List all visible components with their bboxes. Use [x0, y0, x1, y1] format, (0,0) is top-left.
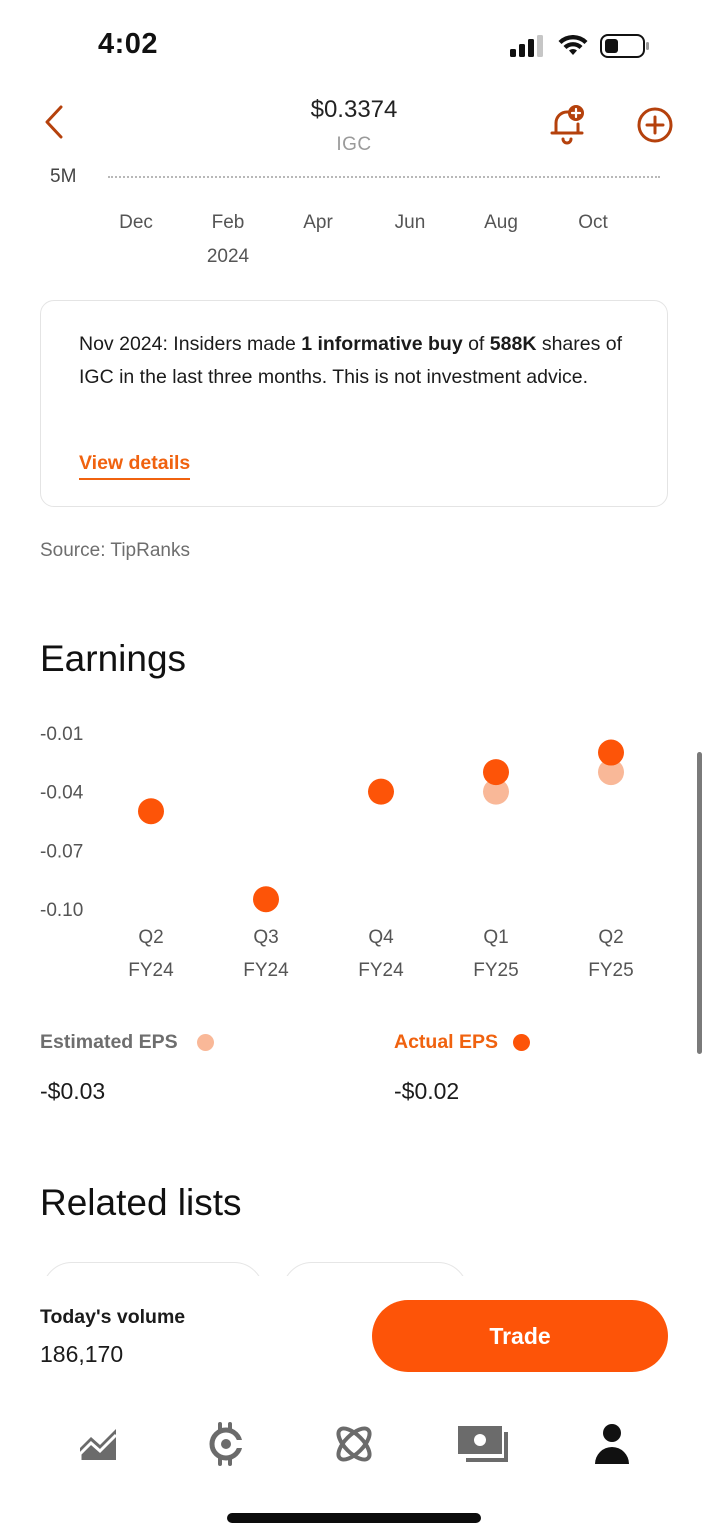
year-label: 2024 — [206, 246, 250, 267]
battery-icon — [600, 34, 649, 58]
home-indicator — [227, 1513, 481, 1523]
actual-eps-point[interactable] — [598, 739, 624, 766]
estimated-eps-value: -$0.03 — [40, 1078, 106, 1104]
x-tick-label: FY25 — [588, 960, 633, 981]
actual-eps-dot — [513, 1034, 530, 1051]
actual-eps-point[interactable] — [483, 759, 509, 786]
source-label: Source: TipRanks — [40, 540, 190, 561]
y-tick-label: -0.04 — [40, 783, 84, 804]
profile-icon — [595, 1424, 629, 1464]
month-label: Aug — [484, 212, 518, 233]
nav-tab-cash[interactable] — [454, 1414, 514, 1474]
month-label: Feb — [211, 212, 245, 233]
y-tick-label: -0.10 — [40, 900, 83, 921]
volume-axis-label: 5M — [50, 166, 77, 187]
x-tick-label: Q1 — [483, 927, 508, 948]
todays-volume-label: Today's volume — [40, 1306, 186, 1328]
chart-icon — [78, 1429, 118, 1460]
nav-tab-crypto[interactable] — [196, 1414, 256, 1474]
status-icons — [510, 34, 650, 58]
crypto-icon — [209, 1422, 246, 1466]
wifi-icon — [558, 35, 588, 55]
x-tick-label: Q3 — [253, 927, 278, 948]
month-label: Oct — [578, 212, 608, 233]
nav-tab-account[interactable] — [582, 1414, 642, 1474]
nav-tab-investing[interactable] — [68, 1414, 128, 1474]
todays-volume-value: 186,170 — [40, 1341, 124, 1367]
orbit-icon — [336, 1426, 372, 1462]
x-tick-label: Q4 — [368, 927, 394, 948]
estimated-eps-dot — [197, 1034, 214, 1051]
month-label: Apr — [303, 212, 333, 233]
x-tick-label: Q2 — [598, 927, 623, 948]
trade-button[interactable]: Trade — [372, 1300, 668, 1372]
insider-text-part: Nov 2024: Insiders made — [79, 333, 302, 355]
cash-icon — [458, 1426, 508, 1462]
add-to-watchlist-button[interactable] — [636, 106, 674, 144]
month-label: Dec — [119, 212, 153, 233]
actual-eps-value: -$0.02 — [394, 1078, 460, 1104]
earnings-title: Earnings — [40, 638, 187, 679]
y-tick-label: -0.01 — [40, 724, 83, 745]
y-tick-label: -0.07 — [40, 841, 83, 862]
volume-gridline — [108, 176, 660, 178]
insider-text-bold: 588K — [489, 333, 537, 355]
x-tick-label: FY24 — [358, 960, 404, 981]
scrollbar[interactable] — [697, 752, 702, 1054]
insider-activity-text: Nov 2024: Insiders made 1 informative bu… — [79, 328, 639, 394]
earnings-chart: -0.01 -0.04 -0.07 -0.10 Q2 FY24 Q3 FY24 Q4 FY24 Q1… — [40, 724, 634, 981]
x-tick-label: Q2 — [138, 927, 163, 948]
x-tick-label: FY24 — [128, 960, 174, 981]
x-tick-label: FY24 — [243, 960, 289, 981]
month-label: Jun — [394, 212, 426, 233]
header-ticker: IGC — [336, 134, 372, 155]
actual-eps-point[interactable] — [253, 886, 279, 913]
x-tick-label: FY25 — [473, 960, 518, 981]
estimated-eps-label: Estimated EPS — [40, 1031, 178, 1053]
actual-eps-point[interactable] — [138, 798, 164, 825]
header-price: $0.3374 — [310, 96, 398, 123]
view-details-link[interactable]: View details — [79, 452, 191, 480]
price-alert-button[interactable] — [548, 102, 588, 146]
insider-text-part: of — [462, 333, 490, 355]
signal-icon — [510, 35, 543, 57]
plus-circle-icon — [637, 107, 673, 143]
nav-tab-explore[interactable] — [324, 1414, 384, 1474]
bell-plus-icon — [550, 105, 584, 145]
actual-eps-point[interactable] — [368, 778, 394, 805]
status-time: 4:02 — [98, 28, 159, 60]
insider-text-bold: 1 informative buy — [301, 333, 463, 355]
related-lists-title: Related lists — [40, 1182, 242, 1223]
actual-eps-label: Actual EPS — [394, 1031, 499, 1053]
